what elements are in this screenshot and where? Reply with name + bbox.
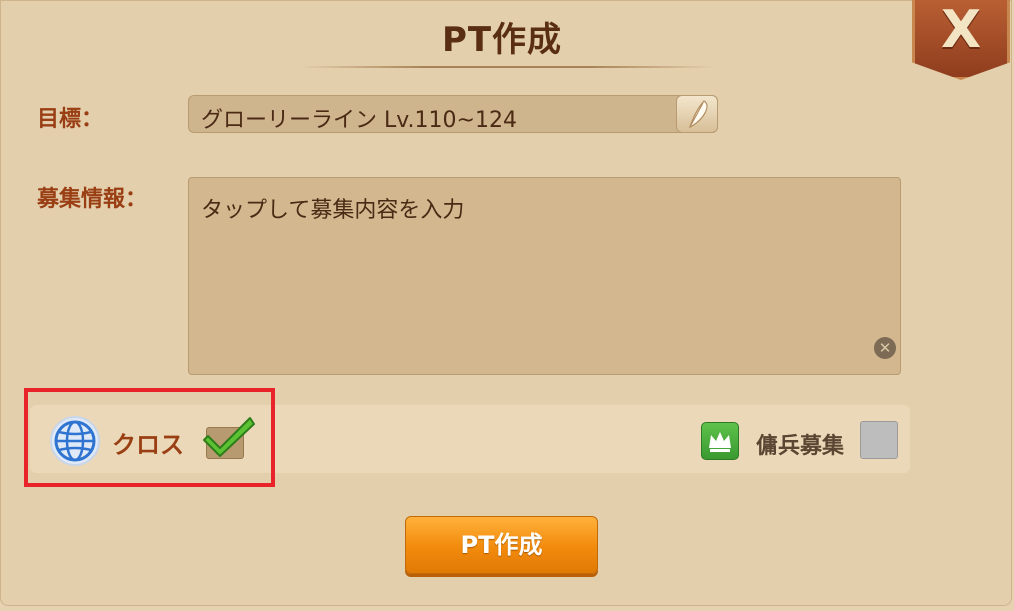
recruit-info-placeholder: タップして募集内容を入力	[201, 198, 465, 223]
create-pt-button-label: PT作成	[460, 531, 543, 559]
title-divider	[300, 66, 714, 68]
target-value: グローリーライン Lv.110~124	[201, 108, 517, 133]
highlight-box	[24, 388, 275, 487]
dialog-title: PT作成	[441, 20, 563, 60]
edit-target-button[interactable]	[676, 95, 718, 133]
clear-icon[interactable]: ✕	[874, 337, 896, 359]
close-icon[interactable]: X	[915, 4, 1007, 56]
target-label: 目標：	[37, 107, 104, 132]
crown-icon	[701, 422, 739, 460]
mercenary-label: 傭兵募集	[756, 434, 845, 459]
create-pt-button[interactable]: PT作成	[405, 516, 598, 574]
target-select[interactable]: グローリーライン Lv.110~124	[188, 95, 718, 133]
recruit-info-input[interactable]: タップして募集内容を入力 ✕	[188, 177, 901, 375]
feather-icon	[688, 100, 708, 129]
mercenary-checkbox[interactable]	[860, 421, 898, 459]
info-label: 募集情報：	[37, 187, 148, 212]
crown-glyph	[709, 432, 731, 452]
